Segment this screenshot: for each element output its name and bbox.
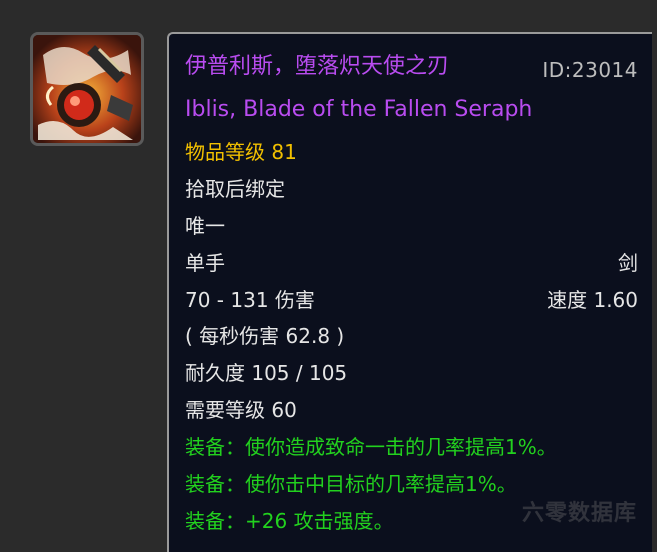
durability-text: 耐久度 105 / 105 [185,361,348,385]
required-level-text: 需要等级 60 [185,398,297,422]
speed-text: 速度 1.60 [547,288,638,312]
watermark: 六零数据库 [521,501,637,526]
dps-text: ( 每秒伤害 62.8 ) [185,324,345,348]
slot-row: 单手 剑 [185,250,638,276]
item-tooltip: 伊普利斯，堕落炽天使之刃 ID:23014 Iblis, Blade of th… [167,32,652,552]
item-name-en: Iblis, Blade of the Fallen Seraph [185,97,533,122]
weapon-type-text: 剑 [618,251,638,275]
unique-text: 唯一 [185,214,225,238]
damage-row: 70 - 131 伤害 速度 1.60 [185,287,638,313]
sword-weapon-icon [33,35,141,143]
equip-effect: 装备：使你造成致命一击的几率提高1%。 [185,435,557,459]
equip-effect: 装备：使你击中目标的几率提高1%。 [185,472,517,496]
item-id: ID:23014 [542,58,638,82]
binding-text: 拾取后绑定 [185,177,285,201]
item-icon[interactable] [30,32,144,146]
damage-text: 70 - 131 伤害 [185,288,315,312]
item-level: 物品等级 81 [185,140,297,164]
slot-text: 单手 [185,251,225,275]
